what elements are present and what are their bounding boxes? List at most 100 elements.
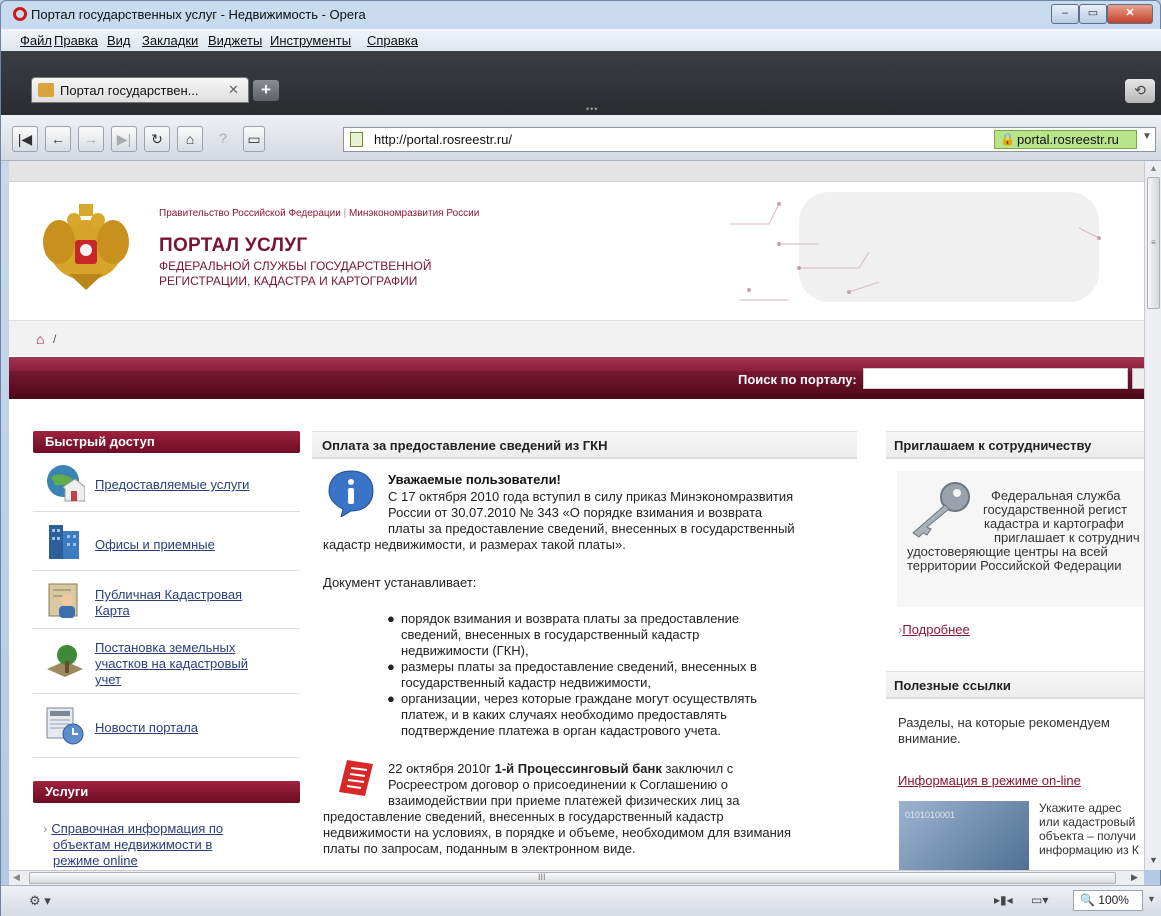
address-dropdown-icon[interactable]: ▼ (1142, 131, 1152, 142)
address-bar[interactable]: http://portal.rosreestr.ru/ 🔒 portal.ros… (343, 127, 1156, 152)
bank-name: 1-й Процессинговый банк (494, 761, 662, 776)
quick-item-news[interactable]: Новости портала (33, 694, 300, 758)
bank-text-line6: платы по запросам, поданным в электронно… (323, 841, 636, 856)
bank-text-line4: предоставление сведений, внесенных в гос… (323, 809, 724, 824)
fast-forward-button[interactable]: ▶| (111, 126, 137, 152)
new-tab-button[interactable]: + (253, 80, 279, 101)
home-button[interactable]: ⌂ (177, 126, 203, 152)
quick-link-label-line2[interactable]: участков на кадастровый (95, 656, 248, 672)
government-links: Правительство Российской Федерации | Мин… (159, 208, 479, 219)
breadcrumb-separator: / (53, 332, 57, 346)
quick-link-label[interactable]: Новости портала (95, 720, 198, 736)
bullet-line: недвижимости (ГКН), (401, 643, 529, 658)
tab-close-button[interactable]: ✕ (228, 82, 239, 98)
bullet-dot: ● (387, 691, 395, 706)
notice-text-line1: С 17 октября 2010 года вступил в силу пр… (388, 489, 794, 504)
breadcrumb: ⌂ / (9, 320, 1144, 356)
online-info-image[interactable]: 0101010001 (899, 801, 1029, 870)
quick-item-services[interactable]: Предоставляемые услуги (33, 455, 300, 512)
tab-active[interactable]: Портал государствен... ✕ (31, 77, 249, 103)
coop-text-line3: кадастра и картографи (984, 516, 1124, 531)
scroll-down-icon[interactable]: ▼ (1149, 855, 1158, 865)
cooperation-box: Федеральная служба государственной регис… (897, 471, 1144, 607)
menu-file[interactable]: Файл (20, 33, 52, 48)
vertical-scrollbar[interactable]: ▲ ≡ ▼ (1144, 161, 1161, 870)
service-link-line3[interactable]: режиме online (53, 853, 138, 868)
search-input[interactable] (863, 368, 1128, 389)
address-url[interactable]: http://portal.rosreestr.ru/ (374, 132, 512, 147)
cooperation-header: Приглашаем к сотрудничеству (886, 431, 1144, 459)
status-bar: ⚙ ▾ ▸▮◂ ▭▾ 🔍 100% ▼ (1, 885, 1161, 916)
bullet-line: платеж, и в каких случаях необходимо пре… (401, 707, 727, 722)
more-link-label[interactable]: Подробнее (902, 622, 969, 637)
back-button[interactable]: ← (45, 126, 71, 152)
search-button[interactable] (1132, 368, 1144, 389)
zoom-control[interactable]: 🔍 100% (1073, 890, 1143, 911)
quick-link-label[interactable]: Офисы и приемные (95, 537, 215, 553)
notice-text-line2: России от 30.07.2010 № 343 «О порядке вз… (388, 505, 763, 520)
tabbar-resize-grip[interactable]: ••• (586, 104, 598, 114)
scroll-right-icon[interactable]: ▶ (1131, 872, 1138, 883)
bank-text-line5: недвижимости на условиях, в порядке и об… (323, 825, 792, 840)
breadcrumb-home-icon[interactable]: ⌂ (36, 331, 44, 347)
quick-link-label-line1[interactable]: Постановка земельных (95, 640, 235, 656)
menu-tools[interactable]: Инструменты (270, 33, 351, 48)
binary-text: 0101010001 (905, 810, 956, 820)
menu-widgets[interactable]: Виджеты (208, 33, 262, 48)
closed-tabs-trash-icon[interactable]: ⟲ (1125, 79, 1155, 103)
rewind-button[interactable]: |◀ (12, 126, 38, 152)
service-link-line2[interactable]: объектам недвижимости в (53, 837, 212, 852)
horizontal-scrollbar[interactable]: ◀ III ▶ (9, 870, 1144, 885)
map-person-icon (48, 583, 78, 618)
close-window-button[interactable]: ✕ (1107, 4, 1153, 24)
quick-link-label-line2[interactable]: Карта (95, 603, 130, 619)
portal-title[interactable]: ПОРТАЛ УСЛУГ (159, 235, 307, 257)
quick-link-label-line3[interactable]: учет (95, 672, 121, 688)
panel-toggle-icon[interactable]: ▸▮◂ (994, 893, 1013, 907)
browser-window: Портал государственных услуг - Недвижимо… (0, 0, 1161, 916)
coop-text-line6: территории Российской Федерации (907, 558, 1122, 573)
wand-icon[interactable]: ? (210, 126, 236, 152)
quick-link-label-line1[interactable]: Публичная Кадастровая (95, 587, 242, 603)
online-info-link[interactable]: Информация в режиме on-line (898, 773, 1081, 788)
bank-date: 22 октября 2010г (388, 761, 495, 776)
quick-item-offices[interactable]: Офисы и приемные (33, 512, 300, 571)
more-link[interactable]: ›Подробнее (898, 622, 970, 637)
secure-site-badge[interactable]: 🔒 portal.rosreestr.ru (994, 130, 1137, 149)
ministry-link[interactable]: Минэкономразвития России (349, 208, 479, 219)
minimize-button[interactable]: – (1051, 4, 1079, 24)
bank-text-line3: взаимодействии при приеме платежей физич… (388, 793, 740, 808)
quick-link-label[interactable]: Предоставляемые услуги (95, 477, 249, 493)
vertical-scroll-thumb[interactable]: ≡ (1147, 177, 1160, 309)
menu-help[interactable]: Справка (367, 33, 418, 48)
useful-links-intro-line1: Разделы, на которые рекомендуем (898, 715, 1110, 730)
zoom-dropdown-icon[interactable]: ▼ (1147, 894, 1156, 904)
forward-button[interactable]: → (78, 126, 104, 152)
key-icon (912, 482, 970, 538)
page-icon[interactable]: ▭ (243, 126, 265, 152)
bullet-item: ● порядок взимания и возврата платы за п… (387, 611, 739, 659)
opera-logo-icon[interactable] (13, 7, 27, 21)
info-icon (328, 470, 374, 517)
coop-text-line2: государственной регист (983, 502, 1128, 517)
scroll-up-icon[interactable]: ▲ (1149, 163, 1158, 173)
coop-text-line1: Федеральная служба (991, 488, 1121, 503)
menu-view[interactable]: Вид (107, 33, 131, 48)
portal-subtitle-line2: РЕГИСТРАЦИИ, КАДАСТРА И КАРТОГРАФИИ (159, 274, 418, 288)
quick-item-land-registration[interactable]: Постановка земельных участков на кадастр… (33, 629, 300, 694)
secure-domain: portal.rosreestr.ru (1017, 132, 1119, 147)
maximize-button[interactable]: ▭ (1079, 4, 1107, 24)
bank-text: заключил с (661, 761, 734, 776)
government-link[interactable]: Правительство Российской Федерации (159, 208, 341, 219)
quick-item-cadastral-map[interactable]: Публичная Кадастровая Карта (33, 571, 300, 629)
service-link-line1[interactable]: Справочная информация по (51, 821, 223, 836)
view-mode-icon[interactable]: ▭▾ (1031, 893, 1048, 907)
menu-edit[interactable]: Правка (54, 33, 98, 48)
service-item[interactable]: › Справочная информация по объектам недви… (43, 821, 223, 869)
scroll-left-icon[interactable]: ◀ (13, 872, 20, 883)
reload-button[interactable]: ↻ (144, 126, 170, 152)
notice-title: Уважаемые пользователи! (388, 472, 561, 487)
horizontal-scroll-thumb[interactable]: III (29, 872, 1116, 884)
turbo-icon[interactable]: ⚙ ▾ (29, 893, 51, 909)
menu-bookmarks[interactable]: Закладки (142, 33, 198, 48)
